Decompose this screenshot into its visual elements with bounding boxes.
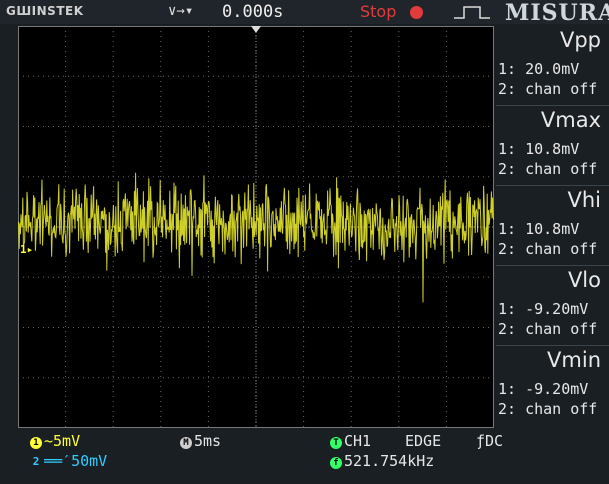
horizontal-position-readout: 0.000s <box>222 2 284 22</box>
measure-ch1-value: 1: -9.20mV <box>498 300 589 318</box>
top-status-bar: GШINSTEK ∨→▾ 0.000s Stop MISURA <box>0 0 609 26</box>
measure-vhi[interactable]: Vhi 1: 10.8mV 2: chan off <box>496 186 609 266</box>
ch1-scale-value: ~5mV <box>44 432 81 450</box>
measure-ch1-value: 1: 10.8mV <box>498 140 580 158</box>
ch1-ground-marker[interactable]: 1▸ <box>20 243 33 256</box>
trigger-position-indicator: ∨→▾ <box>168 3 194 19</box>
timebase-readout[interactable]: M 5ms <box>180 432 221 450</box>
measure-vmin[interactable]: Vmin 1: -9.20mV 2: chan off <box>496 346 609 425</box>
measure-vlo[interactable]: Vlo 1: -9.20mV 2: chan off <box>496 266 609 346</box>
measure-ch2-value: 2: chan off <box>498 400 598 418</box>
measure-ch2-value: 2: chan off <box>498 320 598 338</box>
waveform-display[interactable]: 1▸ <box>18 26 494 428</box>
trigger-source: CH1 <box>344 432 372 450</box>
timebase-badge-icon: M <box>180 437 192 449</box>
measure-ch2-value: 2: chan off <box>498 80 598 98</box>
frequency-readout: f 521.754kHz <box>330 452 434 470</box>
ch2-badge-icon: 2 <box>32 455 40 468</box>
measure-ch2-value: 2: chan off <box>498 240 598 258</box>
ch1-badge-icon: 1 <box>30 437 42 449</box>
watermark-logo: MISURA <box>505 0 609 26</box>
measure-title: Vlo <box>567 268 601 292</box>
trigger-type[interactable]: EDGE <box>405 432 441 450</box>
ch2-scale-value: ══′50mV <box>44 452 108 470</box>
measure-title: Vmin <box>547 348 601 372</box>
measure-vmax[interactable]: Vmax 1: 10.8mV 2: chan off <box>496 106 609 186</box>
ch2-scale-readout[interactable]: 2 ══′50mV <box>30 452 108 470</box>
measure-vpp[interactable]: Vpp 1: 20.0mV 2: chan off <box>496 26 609 106</box>
measure-title: Vpp <box>559 28 601 52</box>
frequency-value: 521.754kHz <box>344 452 435 470</box>
frequency-badge-icon: f <box>330 457 342 469</box>
brand-logo: GШINSTEK <box>6 4 84 18</box>
trigger-badge-icon: T <box>330 437 342 449</box>
measure-ch2-value: 2: chan off <box>498 160 598 178</box>
measurement-panel: Vpp 1: 20.0mV 2: chan off Vmax 1: 10.8mV… <box>496 26 609 428</box>
trigger-coupling[interactable]: ƒDC <box>476 432 503 450</box>
rising-edge-trigger-icon <box>454 6 490 19</box>
bottom-status-bar: 1 ~5mV 2 ══′50mV M 5ms T CH1 EDGE ƒDC f 521.7… <box>0 430 609 484</box>
stop-indicator-icon <box>410 6 423 19</box>
run-stop-status: Stop <box>360 2 397 21</box>
timebase-value: 5ms <box>194 432 222 450</box>
measure-title: Vhi <box>567 188 601 212</box>
measure-ch1-value: 1: 20.0mV <box>498 60 580 78</box>
ch1-waveform-trace <box>18 172 494 303</box>
ch1-scale-readout[interactable]: 1 ~5mV <box>30 432 80 450</box>
trigger-readout[interactable]: T CH1 <box>330 432 371 450</box>
measure-ch1-value: 1: -9.20mV <box>498 380 589 398</box>
measure-title: Vmax <box>540 108 601 132</box>
measure-ch1-value: 1: 10.8mV <box>498 220 580 238</box>
